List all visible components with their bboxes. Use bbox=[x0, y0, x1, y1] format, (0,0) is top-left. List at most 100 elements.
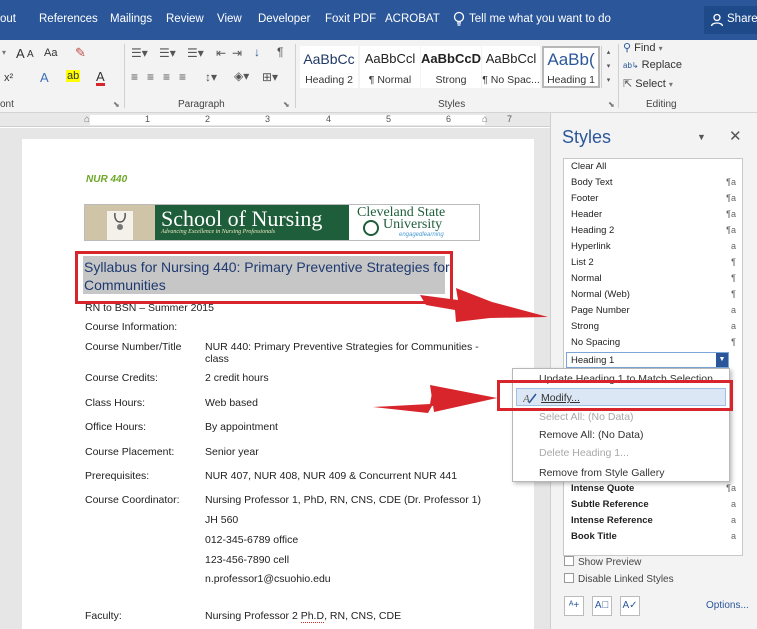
font-size-dropdown[interactable]: ▾ bbox=[2, 48, 6, 57]
bullets-icon[interactable]: ☰▾ bbox=[131, 46, 148, 60]
font-color-icon[interactable]: A bbox=[96, 70, 105, 86]
checkbox[interactable] bbox=[564, 573, 574, 583]
style-item-page-number[interactable]: Page Number a bbox=[564, 303, 742, 319]
style-item-clear-all[interactable]: Clear All bbox=[564, 159, 742, 175]
row-value: 2 credit hours bbox=[205, 372, 269, 384]
styles-gallery-scroll[interactable]: ▴ ▾ ▾ bbox=[601, 46, 615, 88]
style-item-header[interactable]: Header ¶a bbox=[564, 207, 742, 223]
shading-icon[interactable]: ◈▾ bbox=[234, 69, 249, 83]
editing-group-label: Editing bbox=[646, 99, 677, 110]
style-inspector-icon[interactable]: A⃝ bbox=[592, 596, 612, 616]
multilevel-list-icon[interactable]: ☰▾ bbox=[187, 46, 204, 60]
university-label: University bbox=[383, 217, 443, 232]
share-button[interactable]: Share bbox=[704, 6, 757, 34]
ribbon: ▾ A A Aa ✎ x² A ab A ont ⬊ ☰▾ ☰▾ ☰▾ ⇤ ⇥ … bbox=[0, 40, 757, 113]
tell-me-search[interactable]: Tell me what you want to do bbox=[469, 13, 611, 25]
shrink-font-button[interactable]: A bbox=[27, 49, 34, 60]
clear-formatting-icon[interactable]: ✎ bbox=[75, 45, 86, 61]
ruler[interactable]: 1 2 3 4 5 6 7 ⌂ ⌂ bbox=[0, 113, 550, 127]
style-item-strong[interactable]: Strong a bbox=[564, 319, 742, 335]
menu-item-remove-all[interactable]: Remove All: (No Data) bbox=[513, 426, 729, 444]
tab-references[interactable]: References bbox=[39, 13, 98, 25]
style-item-body-text[interactable]: Body Text ¶a bbox=[564, 175, 742, 191]
font-dialog-launcher-icon[interactable]: ⬊ bbox=[113, 100, 120, 109]
select-button[interactable]: ⇱ Select ▾ bbox=[623, 77, 673, 90]
search-icon: ⚲ bbox=[623, 42, 632, 54]
style-item-list-2[interactable]: List 2 ¶ bbox=[564, 255, 742, 271]
row-value: Web based bbox=[205, 397, 258, 409]
borders-icon[interactable]: ⊞▾ bbox=[262, 70, 278, 84]
style-item-no-spacing[interactable]: No Spacing ¶ bbox=[564, 335, 742, 351]
style-tile-normal[interactable]: AaBbCcl ¶ Normal bbox=[360, 46, 420, 88]
new-style-icon[interactable]: ᴬ+ bbox=[564, 596, 584, 616]
document-page[interactable]: NUR 440 School of Nursing Advancing Exce… bbox=[22, 139, 534, 629]
style-tile-strong[interactable]: AaBbCcD Strong bbox=[421, 46, 481, 88]
ruler-number: 3 bbox=[265, 114, 271, 124]
replace-button[interactable]: ab↳ Replace bbox=[623, 59, 682, 71]
tab-developer[interactable]: Developer bbox=[258, 13, 310, 25]
align-left-icon[interactable]: ≡ bbox=[131, 70, 138, 84]
ribbon-divider bbox=[295, 44, 296, 108]
row-value: class bbox=[205, 353, 229, 365]
options-link[interactable]: Options... bbox=[706, 600, 749, 611]
chevron-down-icon[interactable]: ▼ bbox=[716, 353, 728, 367]
style-item-intense-reference[interactable]: Intense Reference a bbox=[564, 513, 742, 529]
style-item-label: Heading 1 bbox=[571, 355, 615, 366]
faculty-name: Nursing Professor 2 bbox=[205, 610, 301, 622]
style-type-icon: a bbox=[730, 305, 736, 315]
tab-acrobat[interactable]: ACROBAT bbox=[385, 13, 440, 25]
style-tile-no-spacing[interactable]: AaBbCcl ¶ No Spac... bbox=[482, 46, 540, 88]
decrease-indent-icon[interactable]: ⇤ bbox=[216, 46, 226, 60]
style-tile-heading-2[interactable]: AaBbCc Heading 2 bbox=[300, 46, 358, 88]
pane-options-dropdown-icon[interactable]: ▼ bbox=[697, 132, 706, 142]
style-item-intense-quote[interactable]: Intense Quote ¶a bbox=[564, 481, 742, 497]
style-item-subtle-reference[interactable]: Subtle Reference a bbox=[564, 497, 742, 513]
style-tile-sample: AaBbCcl bbox=[364, 51, 416, 66]
numbering-icon[interactable]: ☰▾ bbox=[159, 46, 176, 60]
justify-icon[interactable]: ≡ bbox=[179, 70, 186, 84]
style-item-normal-web[interactable]: Normal (Web) ¶ bbox=[564, 287, 742, 303]
show-preview-checkbox[interactable]: Show Preview bbox=[564, 556, 641, 568]
menu-item-delete-heading[interactable]: Delete Heading 1... bbox=[513, 444, 729, 462]
align-right-icon[interactable]: ≡ bbox=[163, 70, 170, 84]
tab-review[interactable]: Review bbox=[166, 13, 204, 25]
coordinator-phone-office: 012-345-6789 office bbox=[205, 534, 299, 546]
style-item-book-title[interactable]: Book Title a bbox=[564, 529, 742, 545]
ruler-number: 6 bbox=[446, 114, 452, 124]
style-tile-heading-1[interactable]: AaBb( Heading 1 bbox=[542, 46, 600, 88]
grow-font-button[interactable]: A bbox=[16, 46, 25, 61]
text-effects-icon[interactable]: A bbox=[40, 70, 49, 85]
tab-layout[interactable]: out bbox=[0, 13, 16, 25]
line-spacing-icon[interactable]: ↕▾ bbox=[205, 70, 217, 84]
right-indent-marker-icon[interactable]: ⌂ bbox=[482, 114, 488, 125]
style-item-heading-1[interactable]: Heading 1 ▼ bbox=[566, 352, 729, 368]
style-item-label: No Spacing bbox=[571, 337, 621, 348]
tab-foxit-pdf[interactable]: Foxit PDF bbox=[325, 13, 376, 25]
show-formatting-button[interactable]: ¶ bbox=[277, 45, 283, 59]
manage-styles-icon[interactable]: A✓ bbox=[620, 596, 640, 616]
find-button[interactable]: ⚲ Find ▾ bbox=[623, 41, 663, 54]
row-label: Course Credits: bbox=[85, 372, 158, 384]
style-item-heading-2[interactable]: Heading 2 ¶a bbox=[564, 223, 742, 239]
styles-dialog-launcher-icon[interactable]: ⬊ bbox=[608, 100, 615, 109]
banner-photo bbox=[85, 205, 155, 240]
superscript-button[interactable]: x² bbox=[4, 72, 13, 84]
increase-indent-icon[interactable]: ⇥ bbox=[232, 46, 242, 60]
disable-linked-styles-checkbox[interactable]: Disable Linked Styles bbox=[564, 573, 674, 585]
align-center-icon[interactable]: ≡ bbox=[147, 70, 154, 84]
checkbox[interactable] bbox=[564, 556, 574, 566]
tab-view[interactable]: View bbox=[217, 13, 242, 25]
indent-marker-icon[interactable]: ⌂ bbox=[84, 114, 90, 125]
sort-icon[interactable]: ↓ bbox=[254, 45, 260, 59]
style-tile-name: Heading 1 bbox=[547, 74, 595, 86]
menu-item-remove-from-gallery[interactable]: Remove from Style Gallery bbox=[513, 464, 729, 482]
close-icon[interactable]: ✕ bbox=[729, 127, 742, 145]
tab-mailings[interactable]: Mailings bbox=[110, 13, 152, 25]
style-item-footer[interactable]: Footer ¶a bbox=[564, 191, 742, 207]
highlight-icon[interactable]: ab bbox=[66, 70, 81, 82]
paragraph-dialog-launcher-icon[interactable]: ⬊ bbox=[283, 100, 290, 109]
menu-item-label: Remove from Style Gallery bbox=[539, 467, 665, 479]
style-item-normal[interactable]: Normal ¶ bbox=[564, 271, 742, 287]
change-case-button[interactable]: Aa bbox=[44, 47, 57, 59]
style-item-hyperlink[interactable]: Hyperlink a bbox=[564, 239, 742, 255]
